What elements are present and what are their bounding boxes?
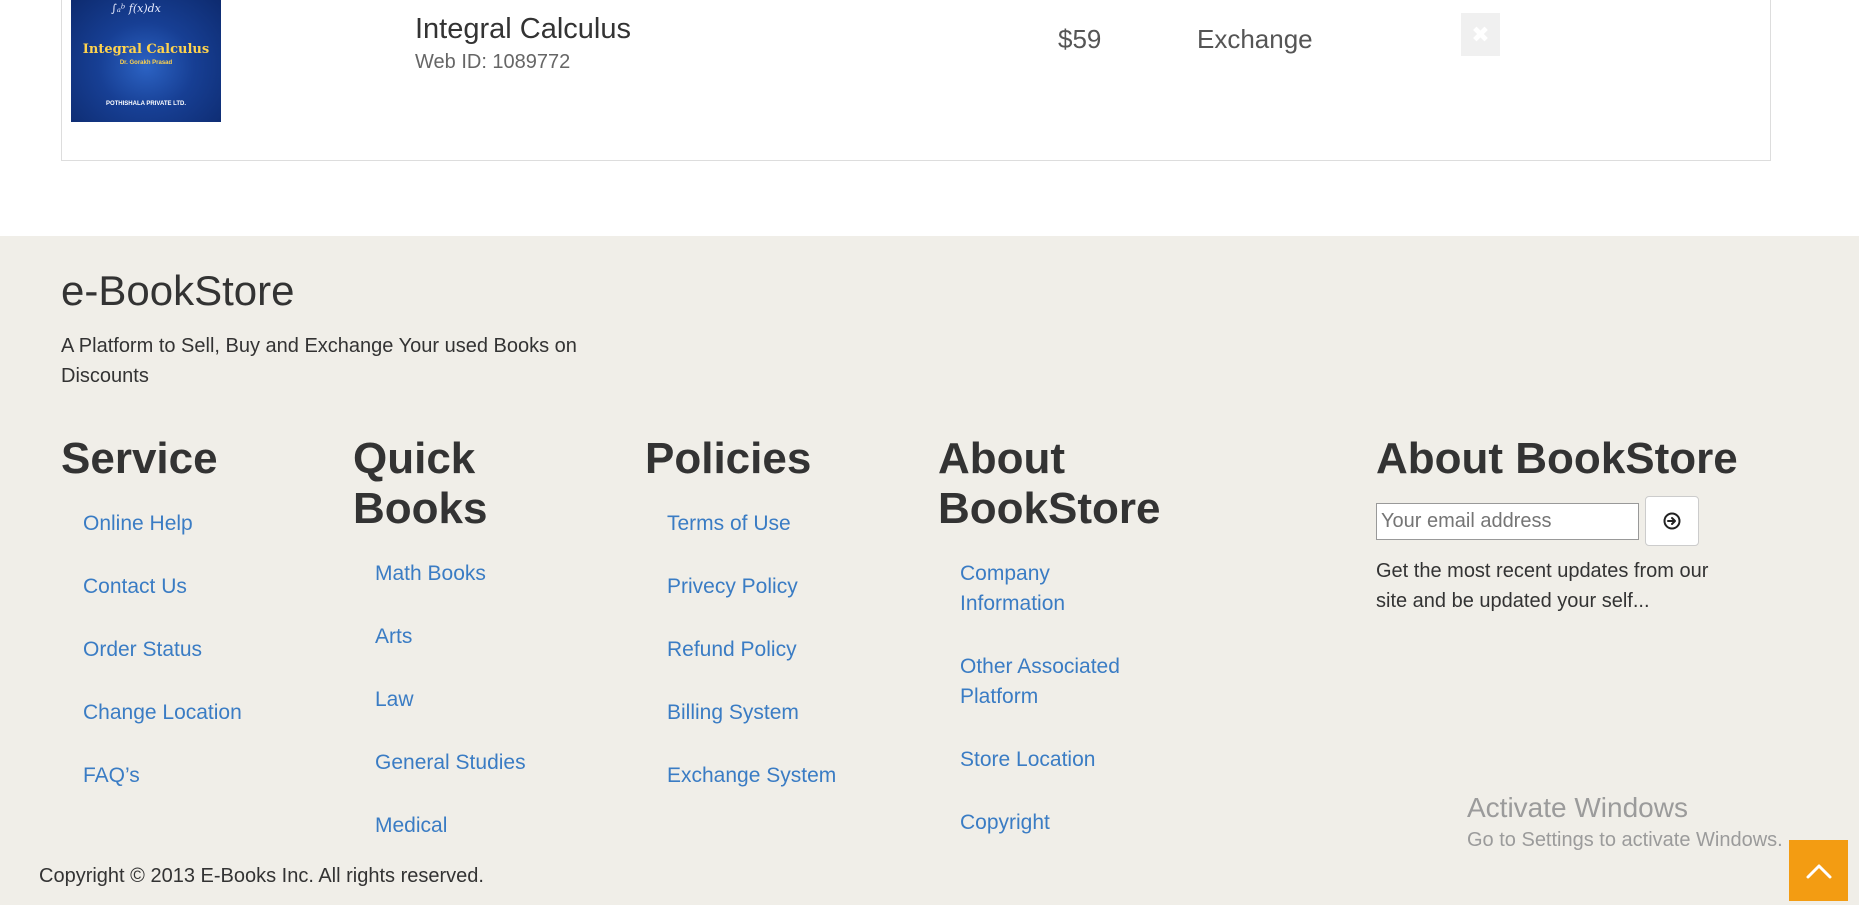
book-title[interactable]: Integral Calculus bbox=[415, 13, 631, 46]
footer-link-store-location[interactable]: Store Location bbox=[960, 745, 1198, 775]
cover-author: Dr. Gorakh Prasad bbox=[119, 60, 173, 66]
footer-link-company-information[interactable]: Company Information bbox=[960, 559, 1150, 619]
footer-link-online-help[interactable]: Online Help bbox=[83, 509, 242, 539]
policies-heading: Policies bbox=[645, 434, 812, 483]
footer-link-medical[interactable]: Medical bbox=[375, 811, 553, 841]
footer-link-copyright[interactable]: Copyright bbox=[960, 808, 1198, 838]
footer-link-law[interactable]: Law bbox=[375, 685, 553, 715]
service-heading: Service bbox=[61, 434, 218, 483]
book-web-id: Web ID: 1089772 bbox=[415, 51, 571, 73]
footer-brand: e-BookStore bbox=[61, 267, 295, 314]
footer-link-terms-of-use[interactable]: Terms of Use bbox=[667, 509, 836, 539]
footer-column-about: About BookStore Company Information Othe… bbox=[938, 434, 1198, 871]
footer-link-change-location[interactable]: Change Location bbox=[83, 698, 242, 728]
footer-link-billing-system[interactable]: Billing System bbox=[667, 698, 836, 728]
watermark-subtitle: Go to Settings to activate Windows. bbox=[1467, 829, 1783, 851]
footer-link-contact-us[interactable]: Contact Us bbox=[83, 572, 242, 602]
footer-link-general-studies[interactable]: General Studies bbox=[375, 748, 553, 778]
cover-publisher: POTHISHALA PRIVATE LTD. bbox=[105, 101, 187, 107]
about-heading: About BookStore bbox=[938, 434, 1161, 533]
arrow-circle-right-icon bbox=[1663, 512, 1681, 530]
footer-link-other-associated-platform[interactable]: Other Associated Platform bbox=[960, 652, 1150, 712]
newsletter-section: About BookStore Get the most recent upda… bbox=[1376, 434, 1738, 616]
quick-books-heading: Quick Books bbox=[353, 434, 488, 533]
newsletter-description: Get the most recent updates from our sit… bbox=[1376, 560, 1709, 612]
subscribe-button[interactable] bbox=[1645, 496, 1699, 546]
footer-column-policies: Policies Terms of Use Privecy Policy Ref… bbox=[645, 434, 836, 824]
remove-item-button[interactable]: ✖ bbox=[1461, 13, 1500, 56]
email-input[interactable] bbox=[1376, 502, 1639, 540]
footer-column-quick-books: Quick Books Math Books Arts Law General … bbox=[353, 434, 553, 874]
book-cover-image[interactable]: ∫ₐᵇ f(x)dx Integral Calculus Dr. Gorakh … bbox=[71, 0, 221, 122]
footer-link-arts[interactable]: Arts bbox=[375, 622, 553, 652]
footer-column-service: Service Online Help Contact Us Order Sta… bbox=[61, 434, 242, 824]
footer-link-order-status[interactable]: Order Status bbox=[83, 635, 242, 665]
footer-link-math-books[interactable]: Math Books bbox=[375, 559, 553, 589]
newsletter-form bbox=[1376, 496, 1736, 546]
newsletter-heading: About BookStore bbox=[1376, 434, 1738, 483]
close-icon: ✖ bbox=[1471, 21, 1490, 47]
footer-link-privacy-policy[interactable]: Privecy Policy bbox=[667, 572, 836, 602]
book-transaction-type: Exchange bbox=[1197, 24, 1313, 54]
copyright-text: Copyright © 2013 E-Books Inc. All rights… bbox=[39, 865, 484, 887]
activate-windows-watermark: Activate Windows Go to Settings to activ… bbox=[1467, 791, 1783, 853]
cover-title: Integral Calculus bbox=[82, 42, 210, 57]
scroll-to-top-button[interactable] bbox=[1789, 840, 1848, 901]
footer-link-exchange-system[interactable]: Exchange System bbox=[667, 761, 836, 791]
footer-tagline: A Platform to Sell, Buy and Exchange You… bbox=[61, 335, 577, 387]
watermark-title: Activate Windows bbox=[1467, 792, 1688, 823]
footer-link-faqs[interactable]: FAQ’s bbox=[83, 761, 242, 791]
site-footer: e-BookStore A Platform to Sell, Buy and … bbox=[0, 236, 1859, 905]
cart-item-row: ∫ₐᵇ f(x)dx Integral Calculus Dr. Gorakh … bbox=[61, 0, 1771, 161]
footer-link-refund-policy[interactable]: Refund Policy bbox=[667, 635, 836, 665]
cover-formula: ∫ₐᵇ f(x)dx bbox=[111, 2, 161, 15]
chevron-up-icon bbox=[1806, 864, 1831, 878]
book-price: $59 bbox=[1058, 24, 1102, 54]
